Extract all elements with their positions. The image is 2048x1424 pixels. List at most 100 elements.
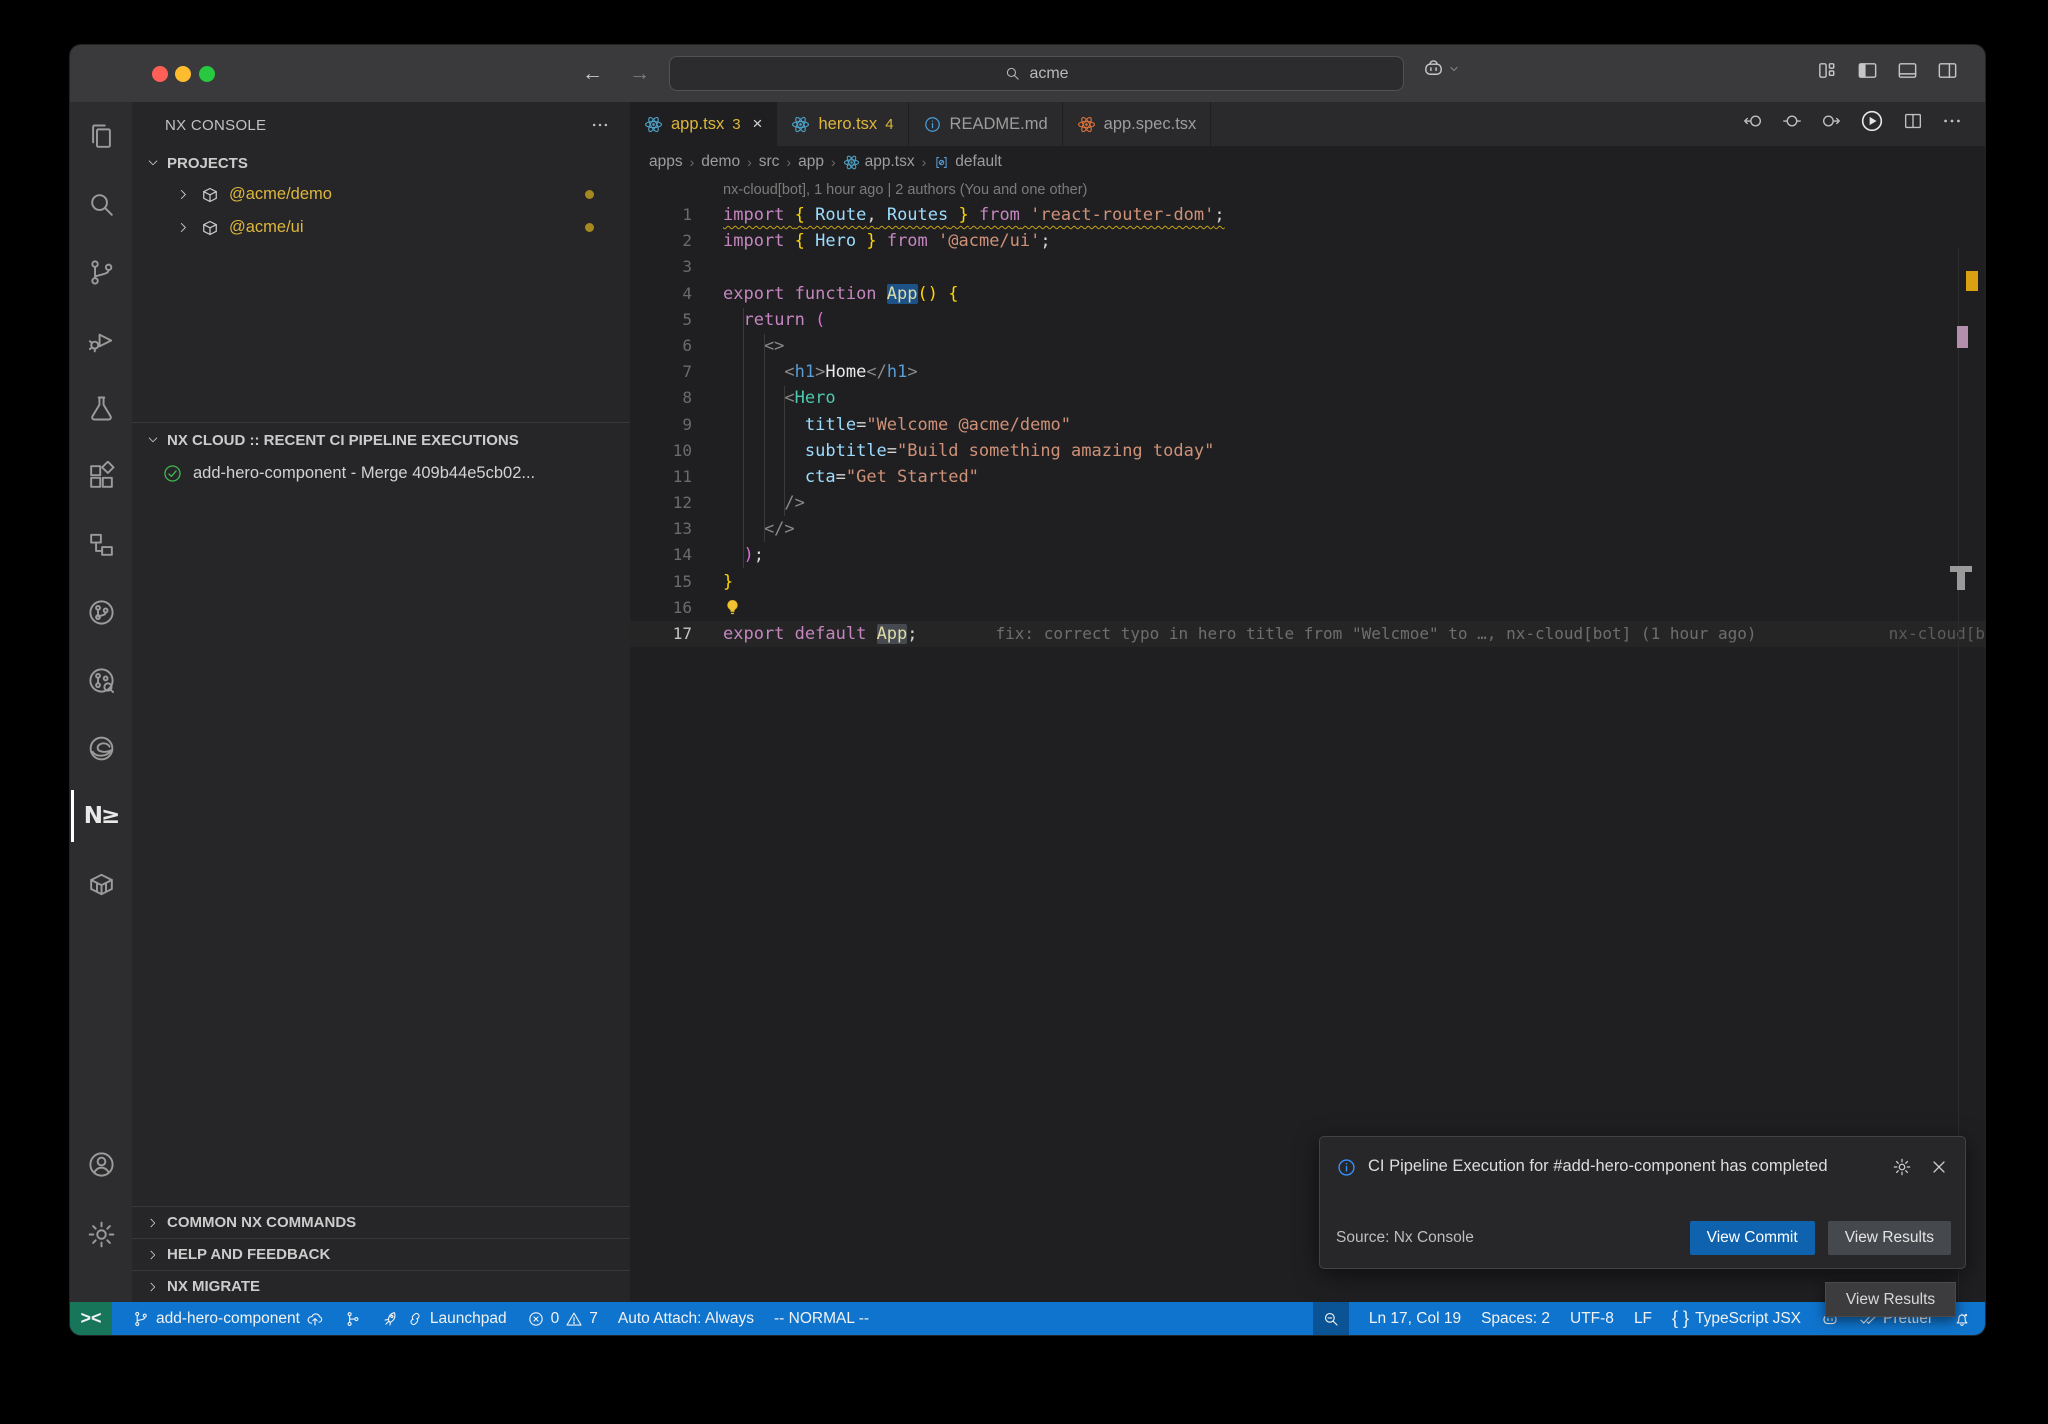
- code-line-3[interactable]: 3: [630, 254, 1985, 280]
- activity-search[interactable]: [70, 170, 132, 238]
- activity-explorer[interactable]: [70, 102, 132, 170]
- sidebar-section-common-nx-commands[interactable]: COMMON NX COMMANDS: [132, 1206, 630, 1238]
- breadcrumb-item-app-tsx[interactable]: app.tsx: [843, 153, 915, 171]
- status-item-cursor-position[interactable]: Ln 17, Col 19: [1369, 1302, 1461, 1335]
- code-token: Hero: [795, 388, 836, 408]
- chevron-down-icon: [146, 156, 160, 170]
- project-tree-item[interactable]: @acme/ui: [132, 211, 630, 244]
- breadcrumb-item-demo[interactable]: demo: [701, 153, 740, 171]
- code-line-10[interactable]: 10 subtitle="Build something amazing tod…: [630, 438, 1985, 464]
- navigate-back-button[interactable]: ←: [582, 62, 603, 86]
- editor-action-split-editor[interactable]: [1902, 110, 1924, 138]
- status-item-language-mode[interactable]: { }TypeScript JSX: [1672, 1302, 1801, 1335]
- tab-label: README.md: [950, 115, 1048, 134]
- notification-close-icon[interactable]: [1929, 1154, 1949, 1180]
- status-item-git-branch[interactable]: add-hero-component: [132, 1302, 324, 1335]
- status-item-zoom[interactable]: [1313, 1302, 1349, 1335]
- code-line-6[interactable]: 6 <>: [630, 333, 1985, 359]
- minimize-window-button[interactable]: [175, 66, 191, 82]
- view-commit-button[interactable]: View Commit: [1690, 1221, 1815, 1255]
- breadcrumb-item-app[interactable]: app: [798, 153, 824, 171]
- editor-action-forward[interactable]: [1820, 110, 1842, 138]
- code-line-11[interactable]: 11 cta="Get Started": [630, 464, 1985, 490]
- overview-cursor-mark: [1957, 572, 1965, 590]
- code-token: "Get Started": [846, 467, 979, 487]
- code-token: =: [836, 467, 846, 487]
- code-token: [938, 284, 948, 304]
- sidebar-more-actions-button[interactable]: [590, 115, 610, 135]
- code-line-15[interactable]: 15}: [630, 569, 1985, 595]
- code-line-1[interactable]: 1import { Route, Routes } from 'react-ro…: [630, 202, 1985, 228]
- activity-nx-console[interactable]: N≥: [70, 782, 132, 850]
- activity-project-structure[interactable]: [70, 510, 132, 578]
- breadcrumb-item-apps[interactable]: apps: [649, 153, 683, 171]
- tab-hero-tsx[interactable]: hero.tsx 4: [777, 102, 908, 146]
- code-token: subtitle: [805, 441, 887, 461]
- tab-app-spec-tsx[interactable]: app.spec.tsx: [1063, 102, 1212, 146]
- tab-close-icon[interactable]: ×: [753, 114, 763, 134]
- activity-gitlens[interactable]: [70, 578, 132, 646]
- navigate-forward-button[interactable]: →: [629, 62, 650, 86]
- tab-app-tsx[interactable]: app.tsx 3 ×: [630, 102, 777, 146]
- status-item-git-graph[interactable]: [344, 1302, 362, 1335]
- maximize-window-button[interactable]: [199, 66, 215, 82]
- code-line-7[interactable]: 7 <h1>Home</h1>: [630, 359, 1985, 385]
- breadcrumb-item-default[interactable]: default: [933, 153, 1002, 171]
- status-item-encoding[interactable]: UTF-8: [1570, 1302, 1614, 1335]
- layout-sidebar-right-icon: [1936, 59, 1959, 82]
- code-line-5[interactable]: 5 return (: [630, 307, 1985, 333]
- layout-sidebar-left-button[interactable]: [1856, 59, 1879, 88]
- close-window-button[interactable]: [152, 66, 168, 82]
- react-icon: [644, 115, 663, 134]
- code-line-8[interactable]: 8 <Hero: [630, 385, 1985, 411]
- status-item-launchpad[interactable]: Launchpad: [382, 1302, 507, 1335]
- layout-sidebar-right-button[interactable]: [1936, 59, 1959, 88]
- activity-containers[interactable]: [70, 850, 132, 918]
- copilot-menu-button[interactable]: [1422, 57, 1460, 80]
- status-item-remote[interactable]: ><: [70, 1302, 112, 1335]
- activity-run-and-debug[interactable]: [70, 306, 132, 374]
- modified-dot: [585, 190, 594, 199]
- sidebar-section-nx-migrate[interactable]: NX MIGRATE: [132, 1270, 630, 1302]
- notification-settings-gear-icon[interactable]: [1892, 1154, 1912, 1180]
- code-line-2[interactable]: 2import { Hero } from '@acme/ui';: [630, 228, 1985, 254]
- editor-action-back[interactable]: [1742, 110, 1764, 138]
- code-line-13[interactable]: 13 </>: [630, 516, 1985, 542]
- status-item-problems[interactable]: 07: [527, 1302, 598, 1335]
- activity-settings[interactable]: [70, 1199, 132, 1269]
- status-item-eol[interactable]: LF: [1634, 1302, 1652, 1335]
- projects-section-header[interactable]: PROJECTS: [132, 148, 630, 178]
- code-token: >: [907, 362, 917, 382]
- layout-customize-button[interactable]: [1816, 59, 1839, 88]
- activity-edge-tools[interactable]: [70, 714, 132, 782]
- code-token: title: [805, 415, 856, 435]
- status-item-indentation[interactable]: Spaces: 2: [1481, 1302, 1550, 1335]
- activity-extensions[interactable]: [70, 442, 132, 510]
- view-results-button[interactable]: View Results: [1828, 1221, 1951, 1255]
- code-editor[interactable]: nx-cloud[bot], 1 hour ago | 2 authors (Y…: [630, 178, 1985, 1302]
- code-line-4[interactable]: 4export function App() {: [630, 281, 1985, 307]
- status-item-auto-attach[interactable]: Auto Attach: Always: [618, 1302, 754, 1335]
- activity-accounts[interactable]: [70, 1129, 132, 1199]
- code-line-9[interactable]: 9 title="Welcome @acme/demo": [630, 412, 1985, 438]
- sidebar-section-help-and-feedback[interactable]: HELP AND FEEDBACK: [132, 1238, 630, 1270]
- command-center-search[interactable]: acme: [669, 56, 1404, 91]
- editor-action-current[interactable]: [1781, 110, 1803, 138]
- git-blame-codelens[interactable]: nx-cloud[bot], 1 hour ago | 2 authors (Y…: [630, 178, 1985, 202]
- breadcrumb-item-src[interactable]: src: [759, 153, 780, 171]
- editor-action-run-all[interactable]: [1859, 108, 1885, 140]
- nx-cloud-section-header[interactable]: NX CLOUD :: RECENT CI PIPELINE EXECUTION…: [132, 425, 630, 455]
- layout-panel-button[interactable]: [1896, 59, 1919, 88]
- activity-source-control[interactable]: [70, 238, 132, 306]
- activity-gitlens-inspect[interactable]: [70, 646, 132, 714]
- editor-action-more-actions[interactable]: [1941, 110, 1963, 138]
- code-line-14[interactable]: 14 );: [630, 542, 1985, 568]
- code-line-16[interactable]: 16: [630, 595, 1985, 621]
- status-item-vim-mode[interactable]: -- NORMAL --: [774, 1302, 869, 1335]
- project-tree-item[interactable]: @acme/demo: [132, 178, 630, 211]
- pipeline-execution-item[interactable]: add-hero-component - Merge 409b44e5cb02.…: [132, 455, 630, 491]
- code-line-12[interactable]: 12 />: [630, 490, 1985, 516]
- code-line-17[interactable]: 17export default App;fix: correct typo i…: [630, 621, 1985, 647]
- activity-testing[interactable]: [70, 374, 132, 442]
- tab-README-md[interactable]: README.md: [909, 102, 1063, 146]
